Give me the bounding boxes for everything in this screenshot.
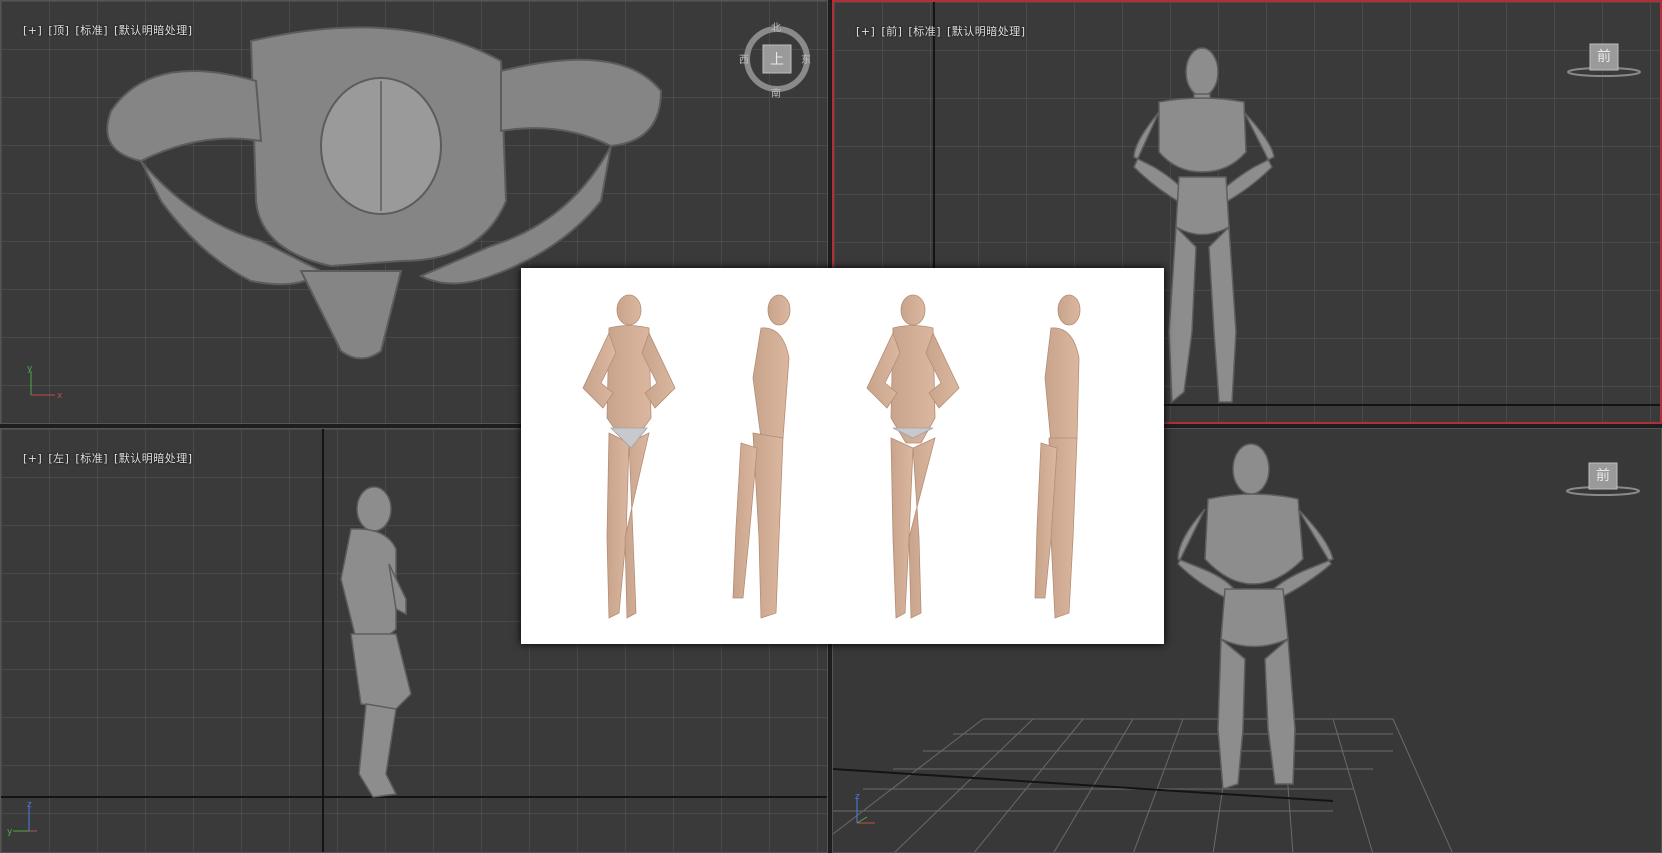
axis-triad: z y (7, 800, 37, 837)
viewport-menu-button[interactable]: [+] (23, 24, 42, 37)
compass-south-label: 南 (771, 89, 781, 100)
reference-image-panel[interactable] (521, 268, 1164, 644)
axis-y-label: y (7, 827, 13, 837)
compass-north-label: 北 (771, 23, 781, 34)
viewport-menu-button[interactable]: [+] (856, 25, 875, 38)
viewcube-face-label: 前 (1597, 49, 1611, 65)
reference-figures (521, 268, 1164, 644)
view-type-label[interactable]: [顶] (48, 24, 69, 37)
axis-y-label: y (27, 364, 33, 374)
viewport-label-top: [+] [顶] [标准] [默认明暗处理] (7, 9, 199, 51)
camera-mode-label[interactable]: [标准] (75, 24, 108, 37)
axis-z-label: z (27, 800, 32, 810)
viewcube-front[interactable]: 前 (1566, 40, 1646, 80)
model-perspective-view (1177, 443, 1334, 791)
view-type-label[interactable]: [左] (48, 452, 69, 465)
viewcube-top[interactable]: 上 北 南 东 西 (739, 23, 819, 100)
viewcube-perspective[interactable]: 前 (1565, 459, 1645, 499)
compass-west-label: 西 (739, 55, 749, 66)
axis-z-label: z (855, 792, 860, 802)
compass-east-label: 东 (801, 55, 811, 66)
viewcube-face-label: 上 (770, 52, 784, 68)
camera-mode-label[interactable]: [标准] (908, 25, 941, 38)
axis-x-label: x (57, 391, 63, 401)
axis-triad: y x (27, 364, 63, 401)
viewport-label-left: [+] [左] [标准] [默认明暗处理] (7, 437, 199, 479)
shading-mode-label[interactable]: [默认明暗处理] (947, 25, 1026, 38)
viewcube-face-label: 前 (1596, 468, 1610, 484)
shading-mode-label[interactable]: [默认明暗处理] (114, 24, 193, 37)
shading-mode-label[interactable]: [默认明暗处理] (114, 452, 193, 465)
viewport-menu-button[interactable]: [+] (23, 452, 42, 465)
viewport-label-front: [+] [前] [标准] [默认明暗处理] (840, 10, 1032, 52)
axis-triad: z (855, 792, 875, 824)
camera-mode-label[interactable]: [标准] (75, 452, 108, 465)
view-type-label[interactable]: [前] (881, 25, 902, 38)
